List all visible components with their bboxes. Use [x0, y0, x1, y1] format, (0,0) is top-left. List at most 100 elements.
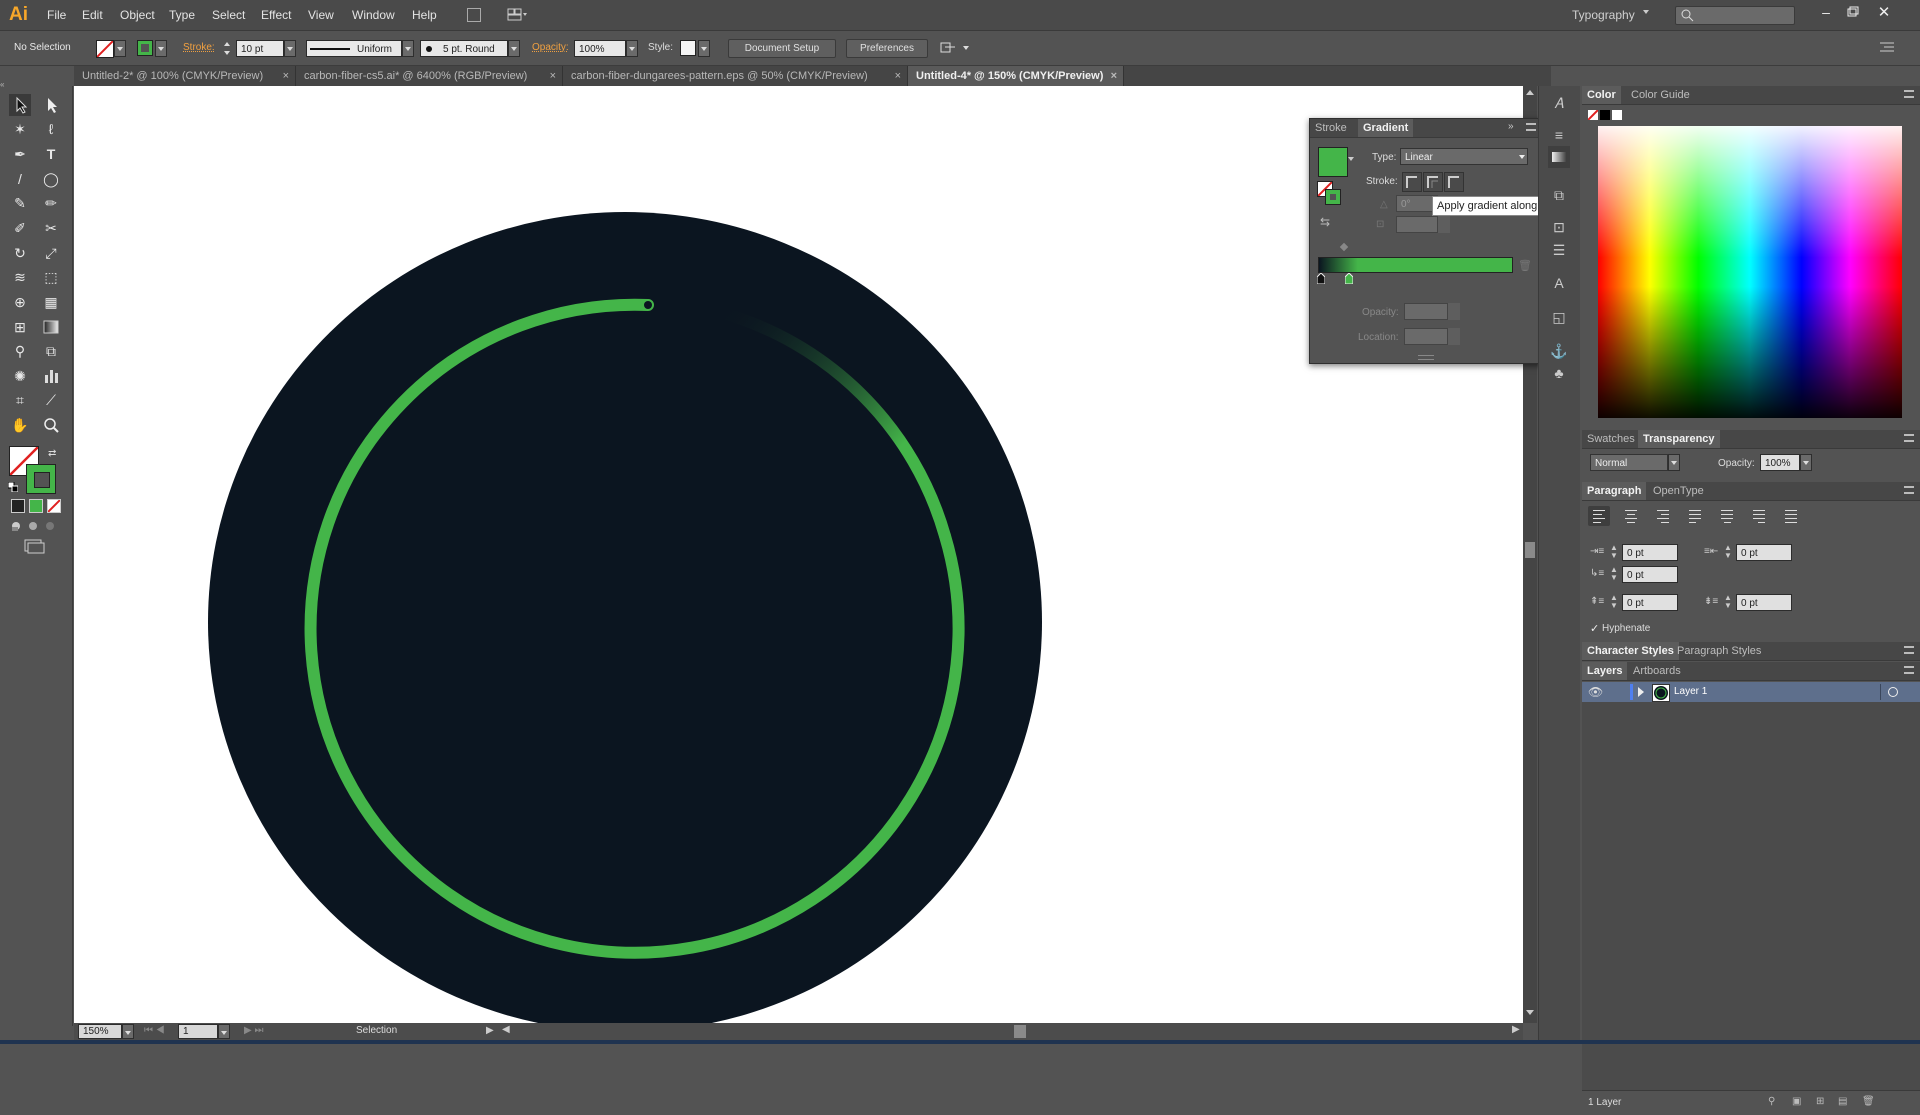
horizontal-scroll-thumb[interactable] [1014, 1025, 1026, 1038]
magic-wand-icon[interactable]: ✶ [9, 118, 31, 140]
stroke-swatch[interactable] [137, 40, 153, 56]
delete-stop-icon[interactable]: 🗑 [1518, 259, 1532, 272]
space-after-stepper[interactable]: ▲ ▼ [1724, 594, 1732, 610]
tab-untitled-2[interactable]: Untitled-2* @ 100% (CMYK/Preview) × [74, 66, 296, 86]
slice-tool-icon[interactable]: ⟋ [40, 389, 62, 411]
panel-menu-icon[interactable] [1904, 666, 1914, 674]
tab-paragraph[interactable]: Paragraph [1582, 482, 1647, 500]
graph-tool-icon[interactable] [40, 365, 62, 387]
justify-right-button[interactable] [1748, 506, 1770, 526]
color-spectrum[interactable] [1598, 126, 1902, 418]
fill-dropdown[interactable] [114, 40, 126, 57]
menu-effect[interactable]: Effect [261, 8, 291, 22]
justify-center-button[interactable] [1716, 506, 1738, 526]
scale-icon[interactable]: ⤢ [40, 242, 62, 264]
space-before-field[interactable]: 0 pt [1622, 594, 1678, 611]
profile-dropdown[interactable] [402, 40, 414, 57]
opacity-dropdown[interactable] [626, 40, 638, 57]
space-after-field[interactable]: 0 pt [1736, 594, 1792, 611]
first-artboard-icon[interactable]: ⏮ ◀ [144, 1025, 165, 1036]
menu-help[interactable]: Help [412, 8, 437, 22]
tab-swatches[interactable]: Swatches [1582, 430, 1640, 448]
align-center-button[interactable] [1620, 506, 1642, 526]
symbols-panel-icon[interactable]: ♣ [1548, 362, 1570, 384]
gradient-type-select[interactable]: Linear [1400, 148, 1528, 165]
graphic-style-swatch[interactable] [680, 40, 696, 56]
appearance-panel-icon[interactable]: ⧉ [1548, 184, 1570, 206]
blend-mode-dropdown[interactable] [1668, 454, 1680, 471]
blend-mode-select[interactable]: Normal [1590, 454, 1668, 471]
transform-panel-icon[interactable]: ⊡ [1548, 216, 1570, 238]
links-panel-icon[interactable]: ⚓ [1548, 340, 1570, 362]
stroke-swatch-large[interactable] [26, 464, 56, 494]
paintbrush-icon[interactable]: ✎ [9, 192, 31, 214]
delete-layer-icon[interactable]: 🗑 [1862, 1096, 1875, 1107]
brush-definition[interactable]: 5 pt. Round [420, 40, 508, 57]
resize-grip-icon[interactable] [1418, 355, 1434, 360]
align-right-button[interactable] [1652, 506, 1674, 526]
tab-opentype[interactable]: OpenType [1648, 482, 1709, 500]
tab-carbon-fiber-cs5[interactable]: carbon-fiber-cs5.ai* @ 6400% (RGB/Previe… [296, 66, 563, 86]
reverse-gradient-icon[interactable]: ⇆ [1320, 215, 1330, 229]
stroke-weight-stepper[interactable] [222, 39, 232, 58]
hand-tool-icon[interactable]: ✋ [9, 414, 31, 436]
blob-brush-icon[interactable]: ✐ [9, 217, 31, 239]
warp-icon[interactable]: ≋ [9, 266, 31, 288]
color-stop-dark[interactable] [1316, 272, 1326, 285]
gradient-preview-swatch[interactable] [1318, 147, 1348, 177]
hyphenate-checkbox[interactable]: ✓ [1590, 622, 1599, 635]
tab-transparency[interactable]: Transparency [1638, 430, 1720, 448]
gradient-mode-icon[interactable] [29, 499, 43, 513]
zoom-tool-icon[interactable] [40, 414, 62, 436]
scroll-left-icon[interactable]: ◀ [502, 1024, 510, 1035]
opacity-label[interactable]: Opacity: [532, 42, 569, 53]
brushes-panel-icon[interactable]: ≡ [1548, 124, 1570, 146]
stroke-weight-field[interactable]: 10 pt [236, 40, 284, 57]
tab-color[interactable]: Color [1582, 86, 1621, 104]
ellipse-tool-icon[interactable]: ◯ [40, 168, 62, 190]
new-layer-icon[interactable]: ▤ [1838, 1096, 1847, 1107]
expand-layer-icon[interactable] [1638, 687, 1644, 697]
pathfinder-panel-icon[interactable]: ◱ [1548, 306, 1570, 328]
arrange-documents-icon[interactable] [507, 7, 527, 22]
direct-selection-tool-icon[interactable] [40, 94, 62, 116]
close-tab-icon[interactable]: × [895, 66, 901, 86]
transparency-opacity-dropdown[interactable] [1800, 454, 1812, 471]
scroll-down-icon[interactable] [1526, 1010, 1534, 1015]
panel-menu-icon[interactable] [1904, 434, 1914, 442]
pencil-icon[interactable]: ✏ [40, 192, 62, 214]
type-tool-icon[interactable]: T [40, 143, 62, 165]
layer-row[interactable]: 👁 Layer 1 [1582, 682, 1920, 702]
tab-stroke[interactable]: Stroke [1310, 119, 1352, 137]
scroll-up-icon[interactable] [1526, 90, 1534, 95]
color-stop-green[interactable] [1344, 272, 1354, 285]
gradient-preset-chevron-icon[interactable] [1348, 157, 1354, 161]
midpoint-diamond-icon[interactable] [1339, 242, 1349, 252]
layer-name[interactable]: Layer 1 [1674, 686, 1707, 697]
tab-untitled-4[interactable]: Untitled-4* @ 150% (CMYK/Preview) × [908, 66, 1124, 86]
locate-object-icon[interactable]: ⚲ [1768, 1096, 1775, 1107]
selection-tool-icon[interactable] [9, 94, 31, 116]
type-panel-icon[interactable]: A [1548, 272, 1570, 294]
color-mode-icon[interactable] [11, 499, 25, 513]
line-tool-icon[interactable]: / [9, 168, 31, 190]
document-setup-button[interactable]: Document Setup [728, 39, 836, 58]
rotate-icon[interactable]: ↻ [9, 242, 31, 264]
fill-none-swatch[interactable] [96, 40, 114, 58]
artboard-field[interactable]: 1 [178, 1024, 218, 1039]
menu-edit[interactable]: Edit [82, 8, 103, 22]
pen-tool-icon[interactable]: ✒ [9, 143, 31, 165]
menu-type[interactable]: Type [169, 8, 195, 22]
none-mode-icon[interactable] [47, 499, 61, 513]
scissors-icon[interactable]: ✂ [40, 217, 62, 239]
close-tab-icon[interactable]: × [283, 66, 289, 86]
tab-layers[interactable]: Layers [1582, 662, 1628, 680]
opacity-field[interactable]: 100% [574, 40, 626, 57]
collapse-tools-icon[interactable]: « [0, 80, 72, 89]
menu-view[interactable]: View [308, 8, 334, 22]
white-swatch[interactable] [1612, 110, 1622, 120]
search-input[interactable] [1675, 6, 1795, 25]
gradient-stroke-swatch[interactable] [1325, 189, 1341, 205]
left-indent-field[interactable]: 0 pt [1622, 544, 1678, 561]
anchor-point[interactable] [644, 301, 652, 309]
